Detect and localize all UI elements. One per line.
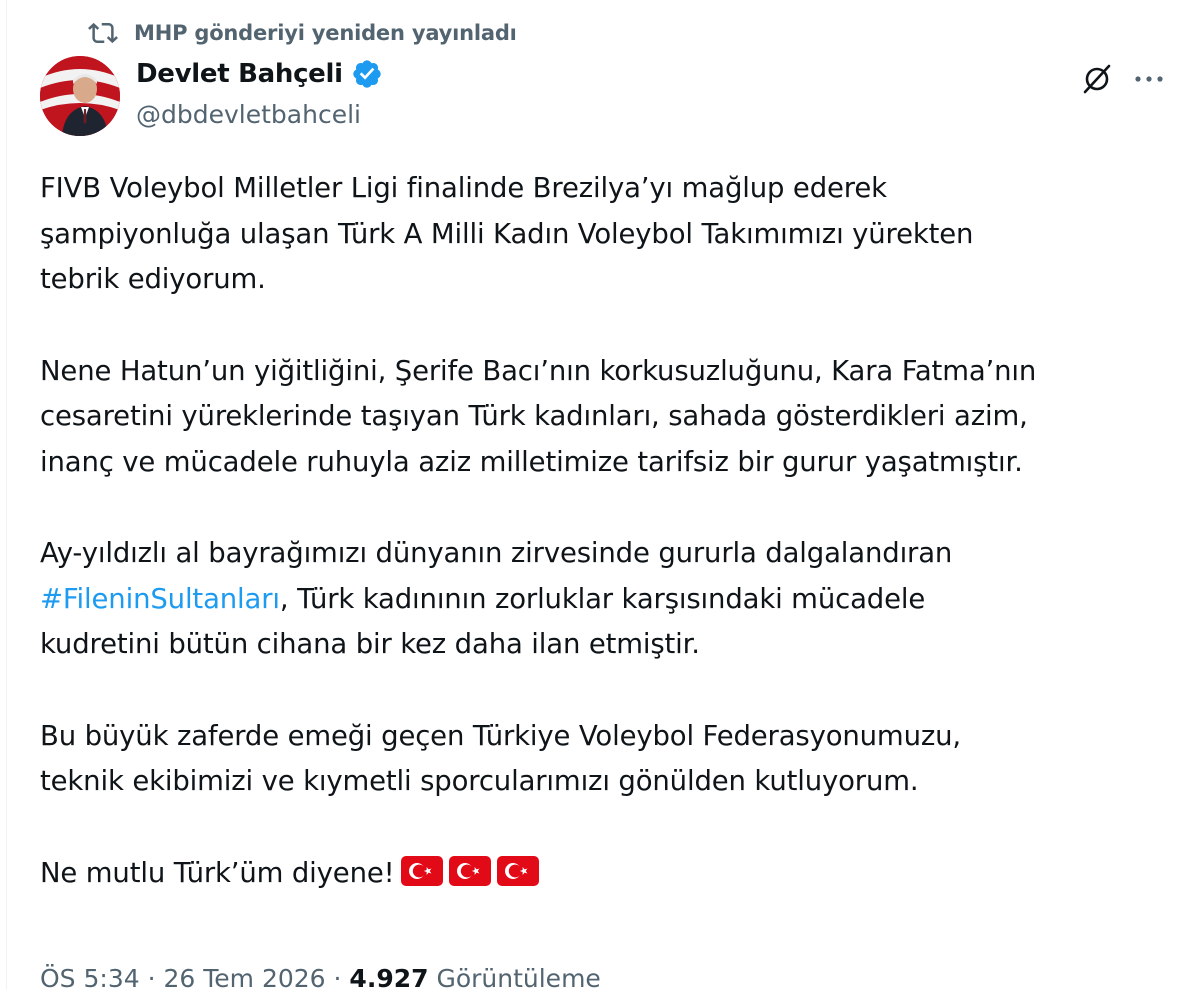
text-line: Nene Hatun’un yiğitliğini, Şerife Bacı’n…: [40, 354, 1037, 387]
text-line: FIVB Voleybol Milletler Ligi finalinde B…: [40, 172, 887, 204]
tweet-paragraph-3: Ay-yıldızlı al bayrağımızı dünyanın zirv…: [40, 531, 1180, 668]
text-line: Ne mutlu Türk’üm diyene!: [40, 856, 395, 889]
turkey-flag-icon: [400, 855, 443, 886]
text-line: Bu büyük zaferde emeği geçen Türkiye Vol…: [40, 719, 962, 752]
post-date[interactable]: 26 Tem 2026: [163, 964, 325, 993]
tweet-metadata: ÖS 5:34 · 26 Tem 2026 · 4.927 Görüntülem…: [40, 964, 601, 993]
text-line: şampiyonluğa ulaşan Türk A Milli Kadın V…: [40, 217, 974, 250]
separator: ·: [325, 964, 350, 993]
hashtag-link[interactable]: #FileninSultanları: [40, 583, 280, 615]
tweet-paragraph-1: FIVB Voleybol Milletler Ligi finalinde B…: [40, 166, 1180, 303]
repost-label: MHP gönderiyi yeniden yayınladı: [134, 21, 517, 45]
tweet-text: FIVB Voleybol Milletler Ligi finalinde B…: [40, 166, 1180, 942]
text-line: , Türk kadınının zorluklar karşısındaki …: [279, 582, 926, 615]
text-line: tebrik ediyorum.: [40, 263, 266, 295]
author-handle[interactable]: @dbdevletbahceli: [136, 100, 361, 129]
turkey-flag-icon: [448, 855, 491, 886]
text-line: kudretini bütün cihana bir kez daha ilan…: [40, 628, 700, 660]
text-line: inanç ve mücadele ruhuyla aziz milletimi…: [40, 445, 1023, 478]
text-line: teknik ekibimizi ve kıymetli sporcularım…: [40, 765, 919, 797]
tweet-paragraph-4: Bu büyük zaferde emeği geçen Türkiye Vol…: [40, 714, 1180, 805]
text-line: Ay-yıldızlı al bayrağımızı dünyanın zirv…: [40, 537, 953, 569]
turkey-flag-icon: [496, 855, 539, 886]
view-label: Görüntüleme: [436, 964, 601, 993]
repost-icon: [88, 22, 118, 44]
tweet-paragraph-2: Nene Hatun’un yiğitliğini, Şerife Bacı’n…: [40, 349, 1180, 486]
post-time[interactable]: ÖS 5:34: [40, 964, 140, 993]
flag-emoji-group: [400, 855, 545, 886]
tweet-paragraph-5: Ne mutlu Türk’üm diyene!: [40, 851, 1180, 897]
grok-icon[interactable]: [1080, 62, 1114, 96]
avatar[interactable]: [40, 56, 120, 136]
repost-context[interactable]: MHP gönderiyi yeniden yayınladı: [88, 18, 517, 48]
more-options-icon[interactable]: [1132, 64, 1166, 94]
author-name[interactable]: Devlet Bahçeli: [136, 59, 343, 89]
view-count: 4.927: [349, 964, 429, 993]
text-line: cesaretini yüreklerinde taşıyan Türk kad…: [40, 400, 1028, 432]
verified-badge-icon: [353, 60, 381, 88]
timeline-border: [6, 0, 7, 990]
separator: ·: [139, 964, 164, 993]
